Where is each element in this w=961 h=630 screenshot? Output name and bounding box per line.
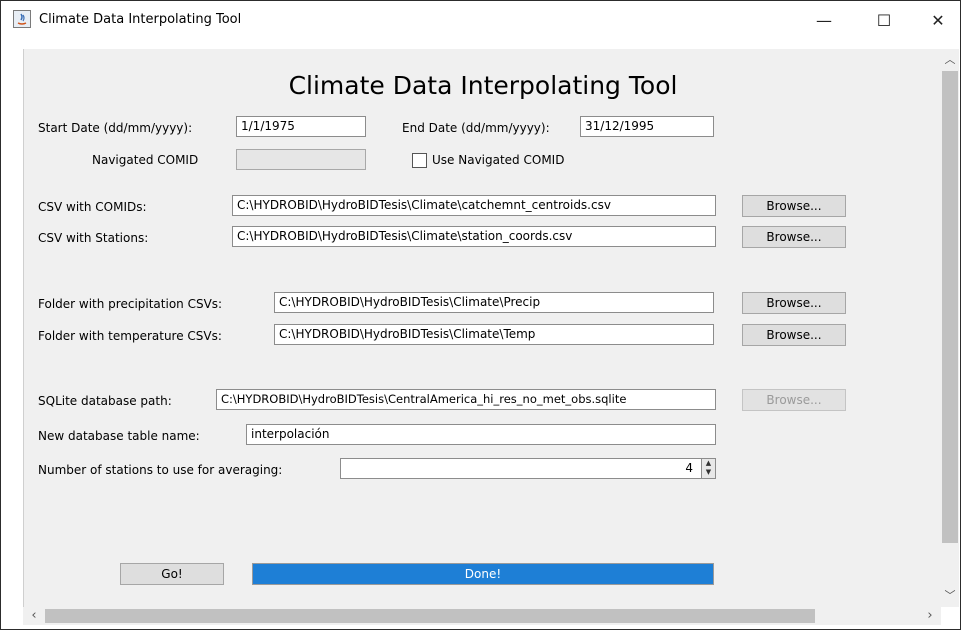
java-app-icon (13, 10, 31, 28)
browse-comids-button[interactable]: Browse... (742, 195, 846, 217)
horizontal-scroll-thumb[interactable] (45, 609, 815, 623)
title-bar[interactable]: Climate Data Interpolating Tool — ☐ ✕ (1, 1, 960, 39)
browse-stations-button[interactable]: Browse... (742, 226, 846, 248)
vertical-scroll-thumb[interactable] (942, 71, 958, 543)
table-name-label: New database table name: (38, 429, 200, 443)
use-navigated-comid-label: Use Navigated COMID (432, 153, 565, 167)
num-stations-label: Number of stations to use for averaging: (38, 463, 283, 477)
chevron-right-icon[interactable]: › (921, 607, 939, 625)
csv-stations-label: CSV with Stations: (38, 231, 149, 245)
horizontal-scrollbar[interactable]: ‹ › (23, 607, 941, 625)
use-navigated-comid-checkbox[interactable] (412, 153, 427, 168)
navigated-comid-label: Navigated COMID (92, 153, 199, 167)
app-window: Climate Data Interpolating Tool — ☐ ✕ Cl… (0, 0, 961, 630)
num-stations-spinner-arrows[interactable]: ▲ ▼ (701, 459, 715, 478)
end-date-field[interactable]: 31/12/1995 (580, 116, 714, 137)
window-title: Climate Data Interpolating Tool (39, 12, 242, 27)
browse-precip-button[interactable]: Browse... (742, 292, 846, 314)
csv-stations-field[interactable]: C:\HYDROBID\HydroBIDTesis\Climate\statio… (232, 226, 716, 247)
start-date-label: Start Date (dd/mm/yyyy): (38, 121, 193, 135)
chevron-down-icon[interactable]: ﹀ (941, 587, 959, 605)
precip-folder-field[interactable]: C:\HYDROBID\HydroBIDTesis\Climate\Precip (274, 292, 714, 313)
spinner-up-icon[interactable]: ▲ (702, 459, 715, 468)
close-button[interactable]: ✕ (915, 1, 961, 39)
sqlite-path-label: SQLite database path: (38, 394, 172, 408)
spinner-down-icon[interactable]: ▼ (702, 468, 715, 477)
num-stations-spinner[interactable]: 4 (340, 458, 716, 479)
start-date-field[interactable]: 1/1/1975 (236, 116, 366, 137)
temp-folder-label: Folder with temperature CSVs: (38, 329, 222, 343)
progress-bar: Done! (252, 563, 714, 585)
end-date-label: End Date (dd/mm/yyyy): (402, 121, 550, 135)
page-title: Climate Data Interpolating Tool (288, 71, 678, 100)
form-panel: Climate Data Interpolating Tool Start Da… (23, 49, 941, 607)
csv-comids-field[interactable]: C:\HYDROBID\HydroBIDTesis\Climate\catche… (232, 195, 716, 216)
temp-folder-field[interactable]: C:\HYDROBID\HydroBIDTesis\Climate\Temp (274, 324, 714, 345)
vertical-scrollbar[interactable]: ︿ ﹀ (941, 49, 959, 607)
browse-temp-button[interactable]: Browse... (742, 324, 846, 346)
go-button[interactable]: Go! (120, 563, 224, 585)
browse-sqlite-button[interactable]: Browse... (742, 389, 846, 411)
maximize-button[interactable]: ☐ (861, 1, 907, 39)
minimize-button[interactable]: — (801, 1, 847, 39)
precip-folder-label: Folder with precipitation CSVs: (38, 297, 223, 311)
chevron-up-icon[interactable]: ︿ (941, 51, 959, 69)
chevron-left-icon[interactable]: ‹ (25, 607, 43, 625)
sqlite-path-field[interactable]: C:\HYDROBID\HydroBIDTesis\CentralAmerica… (216, 389, 716, 410)
navigated-comid-field[interactable] (236, 149, 366, 170)
csv-comids-label: CSV with COMIDs: (38, 200, 147, 214)
table-name-field[interactable]: interpolación (246, 424, 716, 445)
